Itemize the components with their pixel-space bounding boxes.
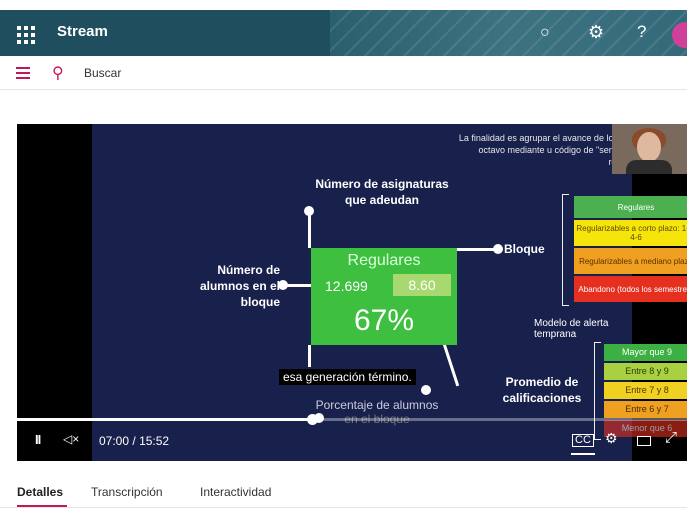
presenter-webcam [612, 124, 687, 174]
waffle-icon[interactable] [17, 26, 35, 44]
connector-dot [421, 385, 431, 395]
label-alumnos: Número de alumnos en el bloque [199, 263, 280, 309]
fullscreen-icon[interactable]: ⤢ [665, 429, 677, 446]
connector-dot [493, 244, 503, 254]
box-percent: 67% [353, 304, 415, 337]
divider [0, 89, 687, 90]
tab-interactividad[interactable]: Interactividad [200, 485, 271, 499]
connector-bottom [308, 345, 311, 367]
progress-bar[interactable] [17, 414, 687, 425]
time-separator: / [132, 434, 136, 448]
grade-entre-6-7: Entre 6 y 7 [604, 401, 687, 418]
tab-transcripcion[interactable]: Transcripción [91, 485, 163, 499]
gear-icon[interactable]: ⚙ [588, 22, 604, 43]
grade-entre-7-8: Entre 7 y 8 [604, 382, 687, 399]
captions-active-indicator [571, 453, 595, 455]
header-pattern [330, 10, 687, 56]
label-modelo: Modelo de alerta temprana [534, 318, 609, 340]
label-bloque: Bloque [504, 242, 545, 256]
regulares-box: Regulares 12.699 8.60 67% [311, 248, 457, 345]
category-regulares: Regulares [574, 196, 687, 218]
bell-icon[interactable]: ○ [540, 24, 550, 42]
category-mediano-plazo: Regularizables a mediano plazo [574, 248, 687, 274]
captions-button[interactable]: CC [572, 434, 594, 447]
menu-icon[interactable] [16, 67, 30, 82]
label-promedio: Promedio de calificaciones [502, 375, 582, 405]
tab-detalles[interactable]: Detalles [17, 485, 63, 499]
connector-dot [278, 280, 288, 290]
search-input[interactable] [84, 64, 284, 82]
progress-fill [17, 418, 312, 421]
progress-thumb[interactable] [306, 414, 318, 425]
grade-mayor-9: Mayor que 9 [604, 344, 687, 361]
video-player[interactable]: La finalidad es agrupar el avance de lo … [17, 124, 687, 461]
category-corto-plazo: Regularizables a corto plazo: 1-3, 4-6 [574, 220, 687, 246]
tabs-divider [0, 507, 687, 508]
app-name[interactable]: Stream [57, 23, 108, 40]
label-porcentaje-line1: Porcentaje de alumnos [315, 398, 439, 412]
total-time: 15:52 [139, 434, 170, 448]
grade-brace [594, 342, 601, 440]
time-display: 07:00 / 15:52 [99, 434, 169, 448]
connector-right [457, 248, 497, 251]
presenter-face [637, 132, 661, 162]
category-abandono: Abandono (todos los semestres) [574, 276, 687, 302]
theater-mode-icon[interactable] [637, 436, 651, 446]
video-slide: La finalidad es agrupar el avance de lo … [92, 124, 687, 461]
video-caption: esa generación término. [279, 369, 416, 385]
connector-dot [304, 206, 314, 216]
settings-gear-icon[interactable]: ⚙ [605, 430, 618, 447]
box-title: Regulares [347, 252, 421, 269]
help-icon[interactable]: ? [637, 22, 646, 42]
pause-button[interactable]: II [35, 432, 41, 447]
box-average: 8.60 [393, 274, 451, 296]
label-asignaturas: Número de asignaturas que adeudan [315, 177, 449, 207]
search-icon[interactable]: ⚲ [52, 63, 64, 83]
grade-entre-8-9: Entre 8 y 9 [604, 363, 687, 380]
label-porcentaje: Porcentaje de alumnos en el bloque [302, 398, 452, 426]
box-count: 12.699 [325, 278, 368, 294]
presenter-body [626, 160, 672, 174]
category-brace [562, 194, 569, 306]
volume-icon[interactable]: ◁× [63, 432, 79, 446]
current-time: 07:00 [99, 434, 130, 448]
